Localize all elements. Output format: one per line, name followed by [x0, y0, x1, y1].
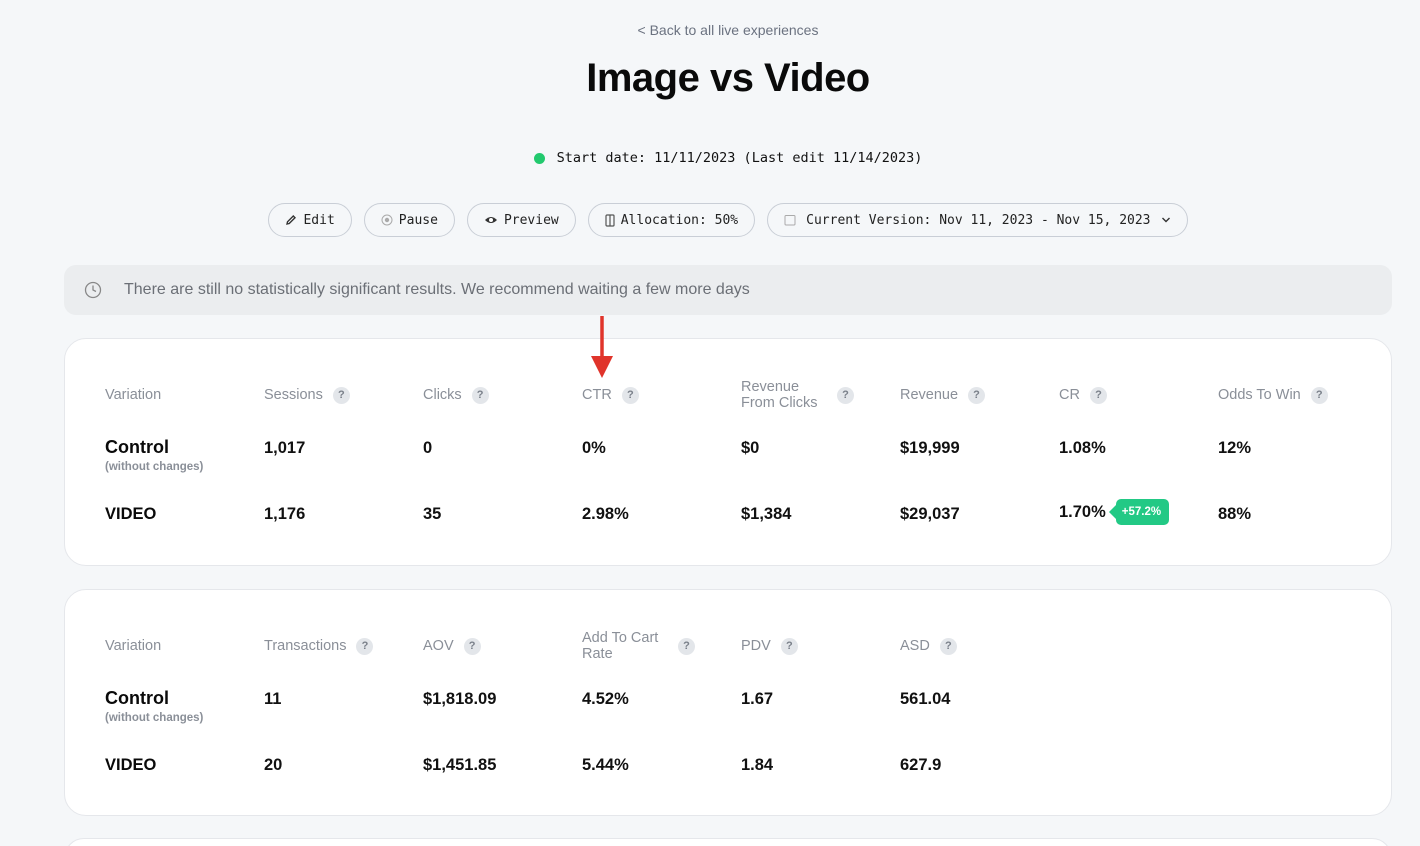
col-header-cr: CR?: [1059, 379, 1107, 411]
table-row: VIDEO 20 $1,451.85 5.44% 1.84 627.9: [105, 753, 1375, 793]
variation-cell: Control (without changes): [105, 437, 203, 473]
col-header-sessions: Sessions?: [264, 379, 350, 411]
allocation-label: Allocation: 50%: [620, 212, 739, 228]
transactions-value: 20: [264, 756, 283, 774]
metrics-card-secondary: Variation Transactions? AOV? Add To Cart…: [64, 589, 1392, 816]
pencil-icon: [285, 214, 297, 226]
clicks-value: 35: [423, 505, 442, 523]
chevron-down-icon: [1161, 216, 1171, 224]
col-header-ctr: CTR?: [582, 379, 639, 411]
help-icon[interactable]: ?: [837, 386, 854, 404]
cr-value: 1.70% +57.2%: [1059, 499, 1170, 525]
revenue-value: $29,037: [900, 505, 960, 523]
help-icon[interactable]: ?: [968, 386, 986, 404]
annotation-arrow-icon: [591, 316, 613, 378]
col-header-revenue: Revenue?: [900, 379, 986, 411]
clock-icon: [84, 281, 102, 299]
col-header-odds-to-win: Odds To Win?: [1218, 379, 1328, 411]
transactions-value: 11: [264, 690, 282, 708]
add-to-cart-rate-value: 4.52%: [582, 690, 629, 708]
col-header-add-to-cart-rate: Add To Cart Rate?: [582, 630, 695, 662]
cr-value-text: 1.70%: [1059, 502, 1106, 521]
asd-value: 561.04: [900, 690, 951, 708]
aov-value: $1,451.85: [423, 756, 497, 774]
start-date-text: Start date: 11/11/2023 (Last edit 11/14/…: [556, 150, 923, 166]
variation-name: VIDEO: [105, 505, 157, 523]
add-to-cart-rate-value: 5.44%: [582, 756, 629, 774]
pdv-value: 1.84: [741, 756, 774, 774]
variation-cell: Control (without changes): [105, 688, 203, 724]
help-icon[interactable]: ?: [471, 386, 489, 404]
help-icon[interactable]: ?: [1310, 386, 1328, 404]
col-header-pdv: PDV?: [741, 630, 798, 662]
variation-name: VIDEO: [105, 756, 157, 774]
calendar-icon: [784, 214, 796, 226]
col-header-clicks: Clicks?: [423, 379, 489, 411]
ctr-value: 2.98%: [582, 505, 629, 523]
sessions-value: 1,017: [264, 439, 306, 457]
asd-value: 627.9: [900, 756, 942, 774]
split-icon: [605, 213, 615, 227]
significance-alert: There are still no statistically signifi…: [64, 265, 1392, 315]
alert-text: There are still no statistically signifi…: [124, 281, 750, 298]
version-select[interactable]: Current Version: Nov 11, 2023 - Nov 15, …: [767, 203, 1188, 237]
preview-button[interactable]: Preview: [466, 203, 576, 237]
table-row: VIDEO 1,176 35 2.98% $1,384 $29,037 1.70…: [105, 499, 1375, 542]
header-row: Variation Sessions? Clicks? CTR? Revenue…: [105, 379, 1375, 411]
back-link[interactable]: < Back to all live experiences: [0, 22, 1420, 38]
pause-button[interactable]: Pause: [363, 203, 455, 237]
header-row: Variation Transactions? AOV? Add To Cart…: [105, 630, 1375, 662]
sessions-value: 1,176: [264, 505, 306, 523]
start-date-row: Start date: 11/11/2023 (Last edit 11/14/…: [0, 150, 1420, 166]
table-row: Control (without changes) 11 $1,818.09 4…: [105, 688, 1375, 728]
pause-label: Pause: [398, 212, 438, 228]
help-icon[interactable]: ?: [332, 386, 350, 404]
version-label: Current Version: Nov 11, 2023 - Nov 15, …: [806, 212, 1151, 228]
pdv-value: 1.67: [741, 690, 774, 708]
preview-label: Preview: [503, 212, 559, 228]
table-row: Control (without changes) 1,017 0 0% $0 …: [105, 437, 1375, 477]
col-header-variation: Variation: [105, 638, 162, 654]
cr-value: 1.08%: [1059, 439, 1106, 457]
odds-to-win-value: 12%: [1218, 439, 1252, 457]
col-header-variation: Variation: [105, 387, 162, 403]
aov-value: $1,818.09: [423, 690, 497, 708]
variation-name: Control: [105, 688, 169, 708]
help-icon[interactable]: ?: [356, 637, 374, 655]
allocation-button[interactable]: Allocation: 50%: [587, 203, 756, 237]
col-header-asd: ASD?: [900, 630, 957, 662]
help-icon[interactable]: ?: [463, 637, 481, 655]
page-title: Image vs Video: [586, 56, 870, 100]
col-header-revenue-from-clicks: Revenue From Clicks?: [741, 379, 854, 411]
col-header-transactions: Transactions?: [264, 630, 374, 662]
help-icon[interactable]: ?: [1089, 386, 1107, 404]
help-icon[interactable]: ?: [678, 637, 695, 655]
revenue-value: $19,999: [900, 439, 960, 457]
help-icon[interactable]: ?: [939, 637, 957, 655]
variation-name: Control: [105, 437, 169, 457]
revenue-from-clicks-value: $1,384: [741, 505, 792, 523]
revenue-from-clicks-value: $0: [741, 439, 760, 457]
toolbar: Edit Pause Preview Allocation: 50% Curre…: [0, 203, 1420, 237]
clicks-value: 0: [423, 439, 433, 457]
odds-to-win-value: 88%: [1218, 505, 1252, 523]
metrics-card-tertiary: [64, 838, 1392, 846]
variation-subtitle: (without changes): [105, 712, 204, 724]
status-dot-icon: [533, 152, 545, 164]
eye-icon: [484, 215, 498, 225]
edit-label: Edit: [303, 212, 335, 228]
help-icon[interactable]: ?: [780, 637, 798, 655]
pause-circle-icon: [381, 214, 393, 226]
help-icon[interactable]: ?: [621, 386, 639, 404]
col-header-aov: AOV?: [423, 630, 481, 662]
uplift-badge: +57.2%: [1108, 499, 1170, 525]
variation-cell: VIDEO: [105, 756, 156, 775]
metrics-card-primary: Variation Sessions? Clicks? CTR? Revenue…: [64, 338, 1392, 566]
variation-subtitle: (without changes): [105, 461, 204, 473]
ctr-value: 0%: [582, 439, 606, 457]
edit-button[interactable]: Edit: [268, 203, 352, 237]
variation-cell: VIDEO: [105, 505, 156, 524]
